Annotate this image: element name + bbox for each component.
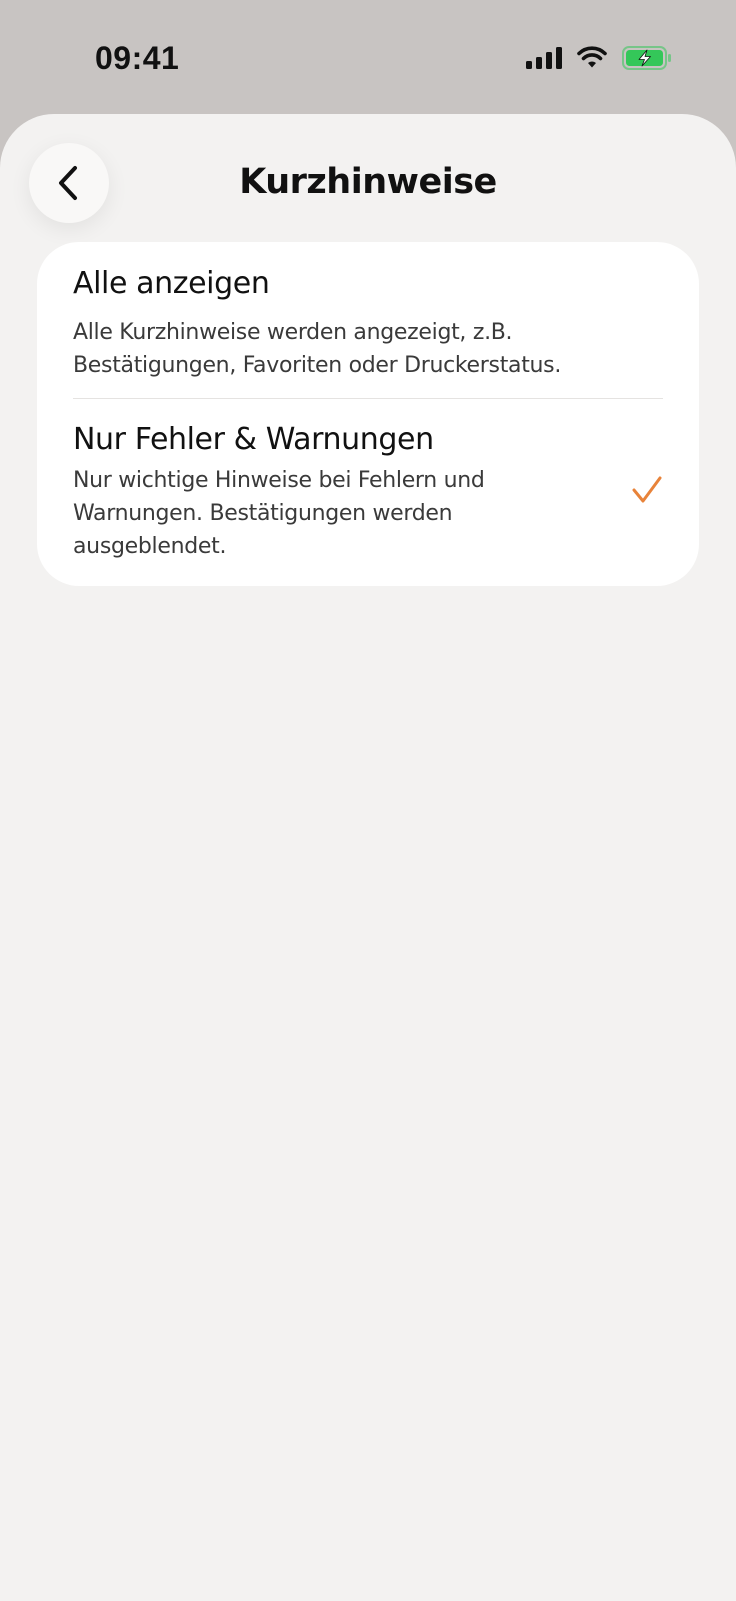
settings-sheet: Kurzhinweise Alle anzeigen Alle Kurzhinw… (0, 114, 736, 1601)
status-icons (526, 46, 672, 70)
cellular-signal-icon (526, 47, 562, 69)
option-title: Nur Fehler & Warnungen (73, 422, 434, 457)
option-description: Alle Kurzhinweise werden angezeigt, z.B.… (73, 320, 562, 378)
options-card: Alle anzeigen Alle Kurzhinweise werden a… (37, 242, 699, 586)
page-title: Kurzhinweise (239, 162, 497, 202)
status-bar: 09:41 (0, 0, 736, 114)
battery-charging-icon (622, 46, 671, 70)
status-time: 09:41 (95, 40, 180, 76)
wifi-icon (577, 46, 607, 68)
option-show-all[interactable]: Alle anzeigen Alle Kurzhinweise werden a… (37, 242, 699, 399)
option-title: Alle anzeigen (73, 266, 270, 301)
checkmark-icon (632, 476, 662, 503)
option-errors-warnings-only[interactable]: Nur Fehler & Warnungen Nur wichtige Hinw… (37, 398, 699, 586)
option-description: Nur wichtige Hinweise bei Fehlern und Wa… (73, 468, 485, 559)
